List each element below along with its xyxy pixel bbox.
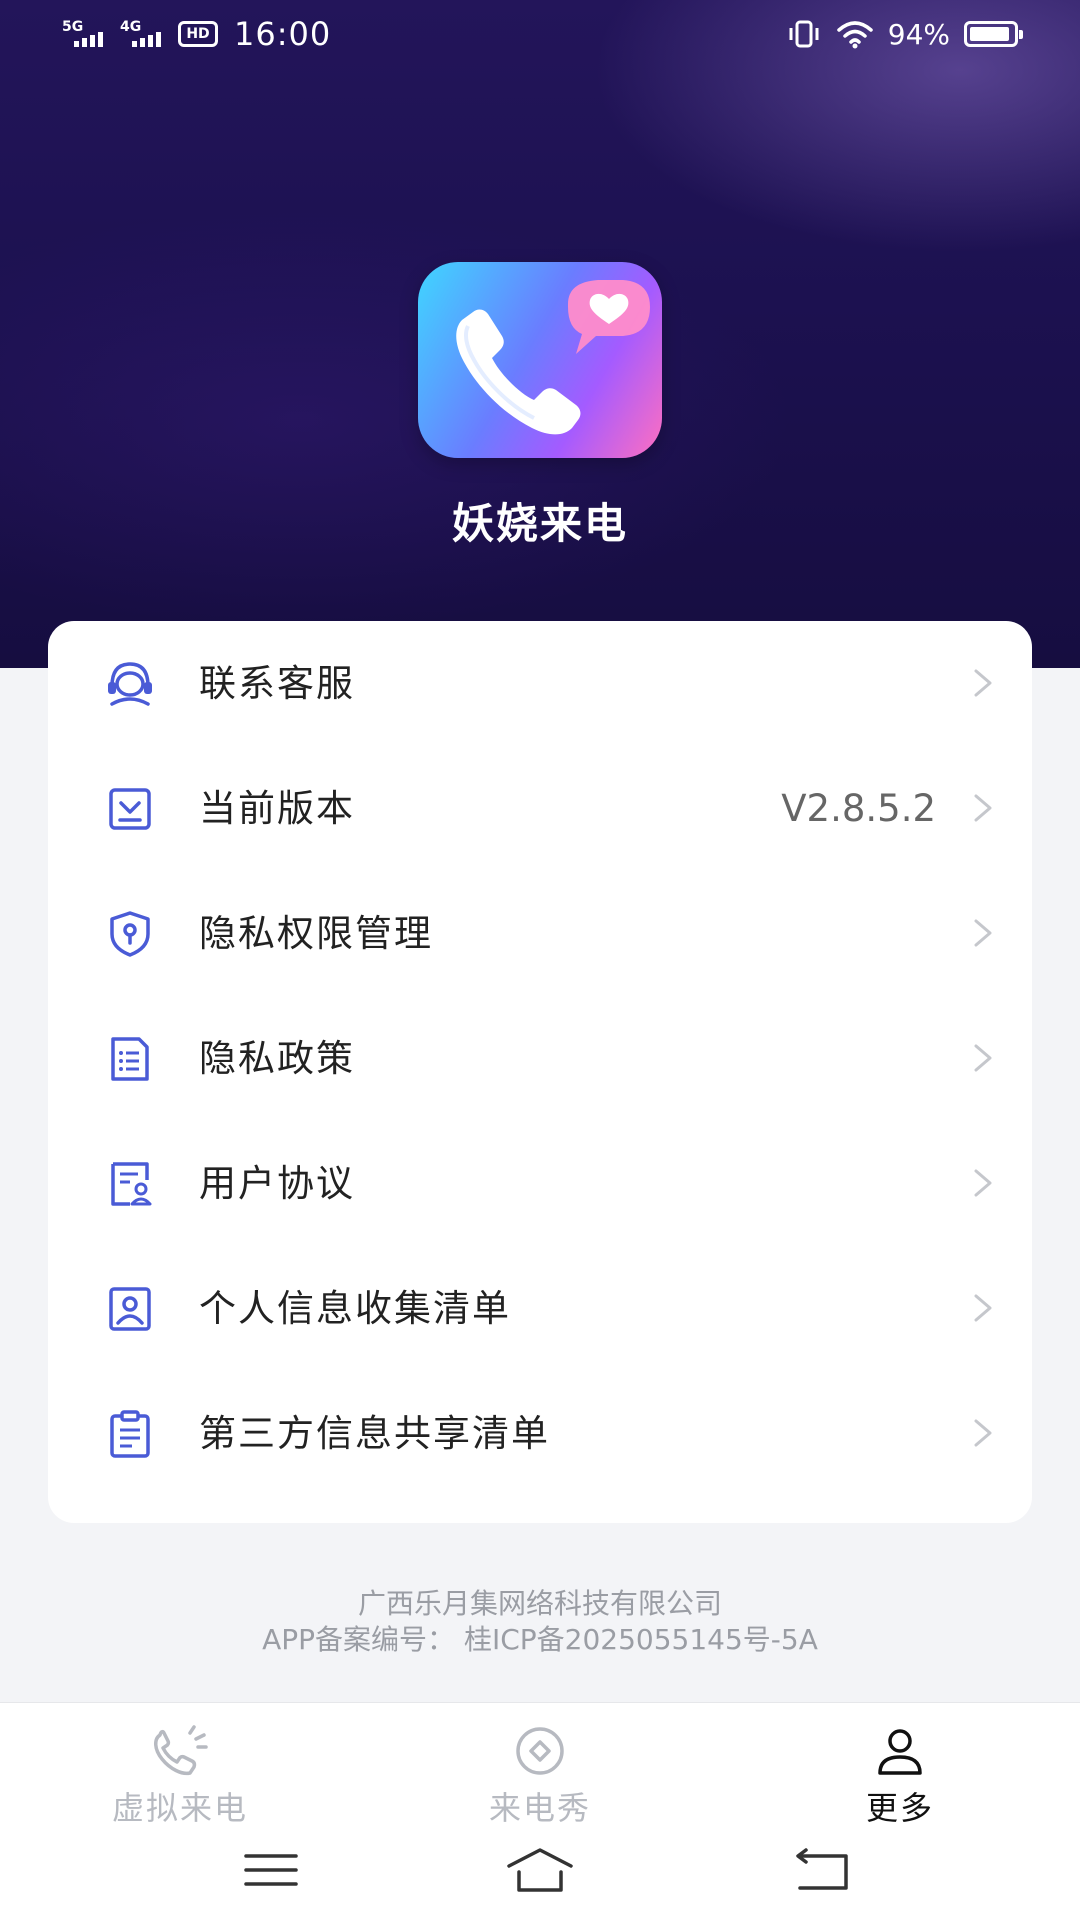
version-download-icon	[109, 788, 151, 830]
cellular-signal-icon-2: 4G	[120, 17, 168, 51]
chevron-right-icon	[974, 1169, 992, 1197]
privacy-shield-icon	[110, 911, 150, 957]
version-value: V2.8.5.2	[781, 787, 936, 830]
menu-item-label: 当前版本	[199, 787, 355, 830]
chevron-right-icon	[974, 794, 992, 822]
app-name: 妖娆来电	[451, 499, 628, 548]
battery-fill	[970, 27, 1009, 41]
incoming-call-icon	[154, 1725, 208, 1776]
phone-heart-app-icon	[418, 262, 662, 458]
menu-item-contact-service[interactable]: 联系客服	[48, 621, 1032, 746]
menu-item-personal-info-list[interactable]: 个人信息收集清单	[48, 1246, 1032, 1371]
chevron-right-icon	[974, 1044, 992, 1072]
bottom-nav-bar: 虚拟来电 来电秀 更多	[0, 1702, 1080, 1827]
chevron-right-icon	[974, 919, 992, 947]
chevron-right-icon	[974, 1294, 992, 1322]
status-right: 94%	[786, 14, 1023, 54]
system-navigation-bar	[0, 1822, 1080, 1920]
customer-service-icon	[108, 662, 152, 706]
vibrate-icon	[789, 20, 819, 48]
battery-icon	[964, 21, 1023, 47]
personal-info-icon	[109, 1287, 151, 1331]
company-name: 广西乐月集网络科技有限公司	[357, 1587, 722, 1620]
call-show-icon	[516, 1727, 564, 1775]
nav-tab-call-show[interactable]: 来电秀	[440, 1725, 640, 1827]
menu-item-label: 用户协议	[199, 1162, 355, 1205]
settings-menu-card: 联系客服 当前版本 V2.8.5.2 隐私权限管理 隐私政策 用户协议 个人信息…	[48, 621, 1032, 1523]
back-icon[interactable]	[788, 1844, 858, 1896]
nav-tab-virtual-call[interactable]: 虚拟来电	[80, 1725, 280, 1827]
menu-icon[interactable]	[236, 1844, 306, 1896]
menu-item-label: 隐私权限管理	[199, 912, 433, 955]
wifi-icon	[837, 21, 873, 49]
menu-item-privacy-permissions[interactable]: 隐私权限管理	[48, 871, 1032, 996]
menu-item-label: 联系客服	[199, 662, 355, 705]
battery-percent: 94%	[887, 17, 950, 51]
menu-item-privacy-policy[interactable]: 隐私政策	[48, 996, 1032, 1121]
app-screen: 5G 4G HD 16:00 94% 妖娆来电 联系客服 当前版本 V2.8.5…	[0, 0, 1080, 1920]
clipboard-list-icon	[110, 1410, 150, 1458]
document-list-icon	[111, 1037, 149, 1081]
status-left: 5G 4G HD 16:00	[62, 14, 331, 54]
chevron-right-icon	[974, 1419, 992, 1447]
cellular-signal-icon: 5G	[62, 17, 110, 51]
icp-filing-number: APP备案编号： 桂ICP备2025055145号-5A	[262, 1623, 818, 1656]
home-icon[interactable]	[505, 1844, 575, 1896]
menu-item-label: 隐私政策	[199, 1037, 355, 1080]
nav-tab-more[interactable]: 更多	[800, 1725, 1000, 1827]
chevron-right-icon	[974, 669, 992, 697]
menu-item-third-party-sharing[interactable]: 第三方信息共享清单	[48, 1371, 1032, 1496]
clock: 16:00	[234, 15, 332, 53]
menu-item-user-agreement[interactable]: 用户协议	[48, 1121, 1032, 1246]
menu-item-label: 第三方信息共享清单	[199, 1412, 550, 1455]
menu-item-current-version[interactable]: 当前版本 V2.8.5.2	[48, 746, 1032, 871]
menu-item-label: 个人信息收集清单	[199, 1287, 511, 1330]
user-agreement-icon	[111, 1162, 152, 1206]
hd-voice-icon: HD	[178, 21, 218, 47]
status-bar: 5G 4G HD 16:00 94%	[0, 0, 1080, 66]
person-icon	[878, 1729, 922, 1775]
